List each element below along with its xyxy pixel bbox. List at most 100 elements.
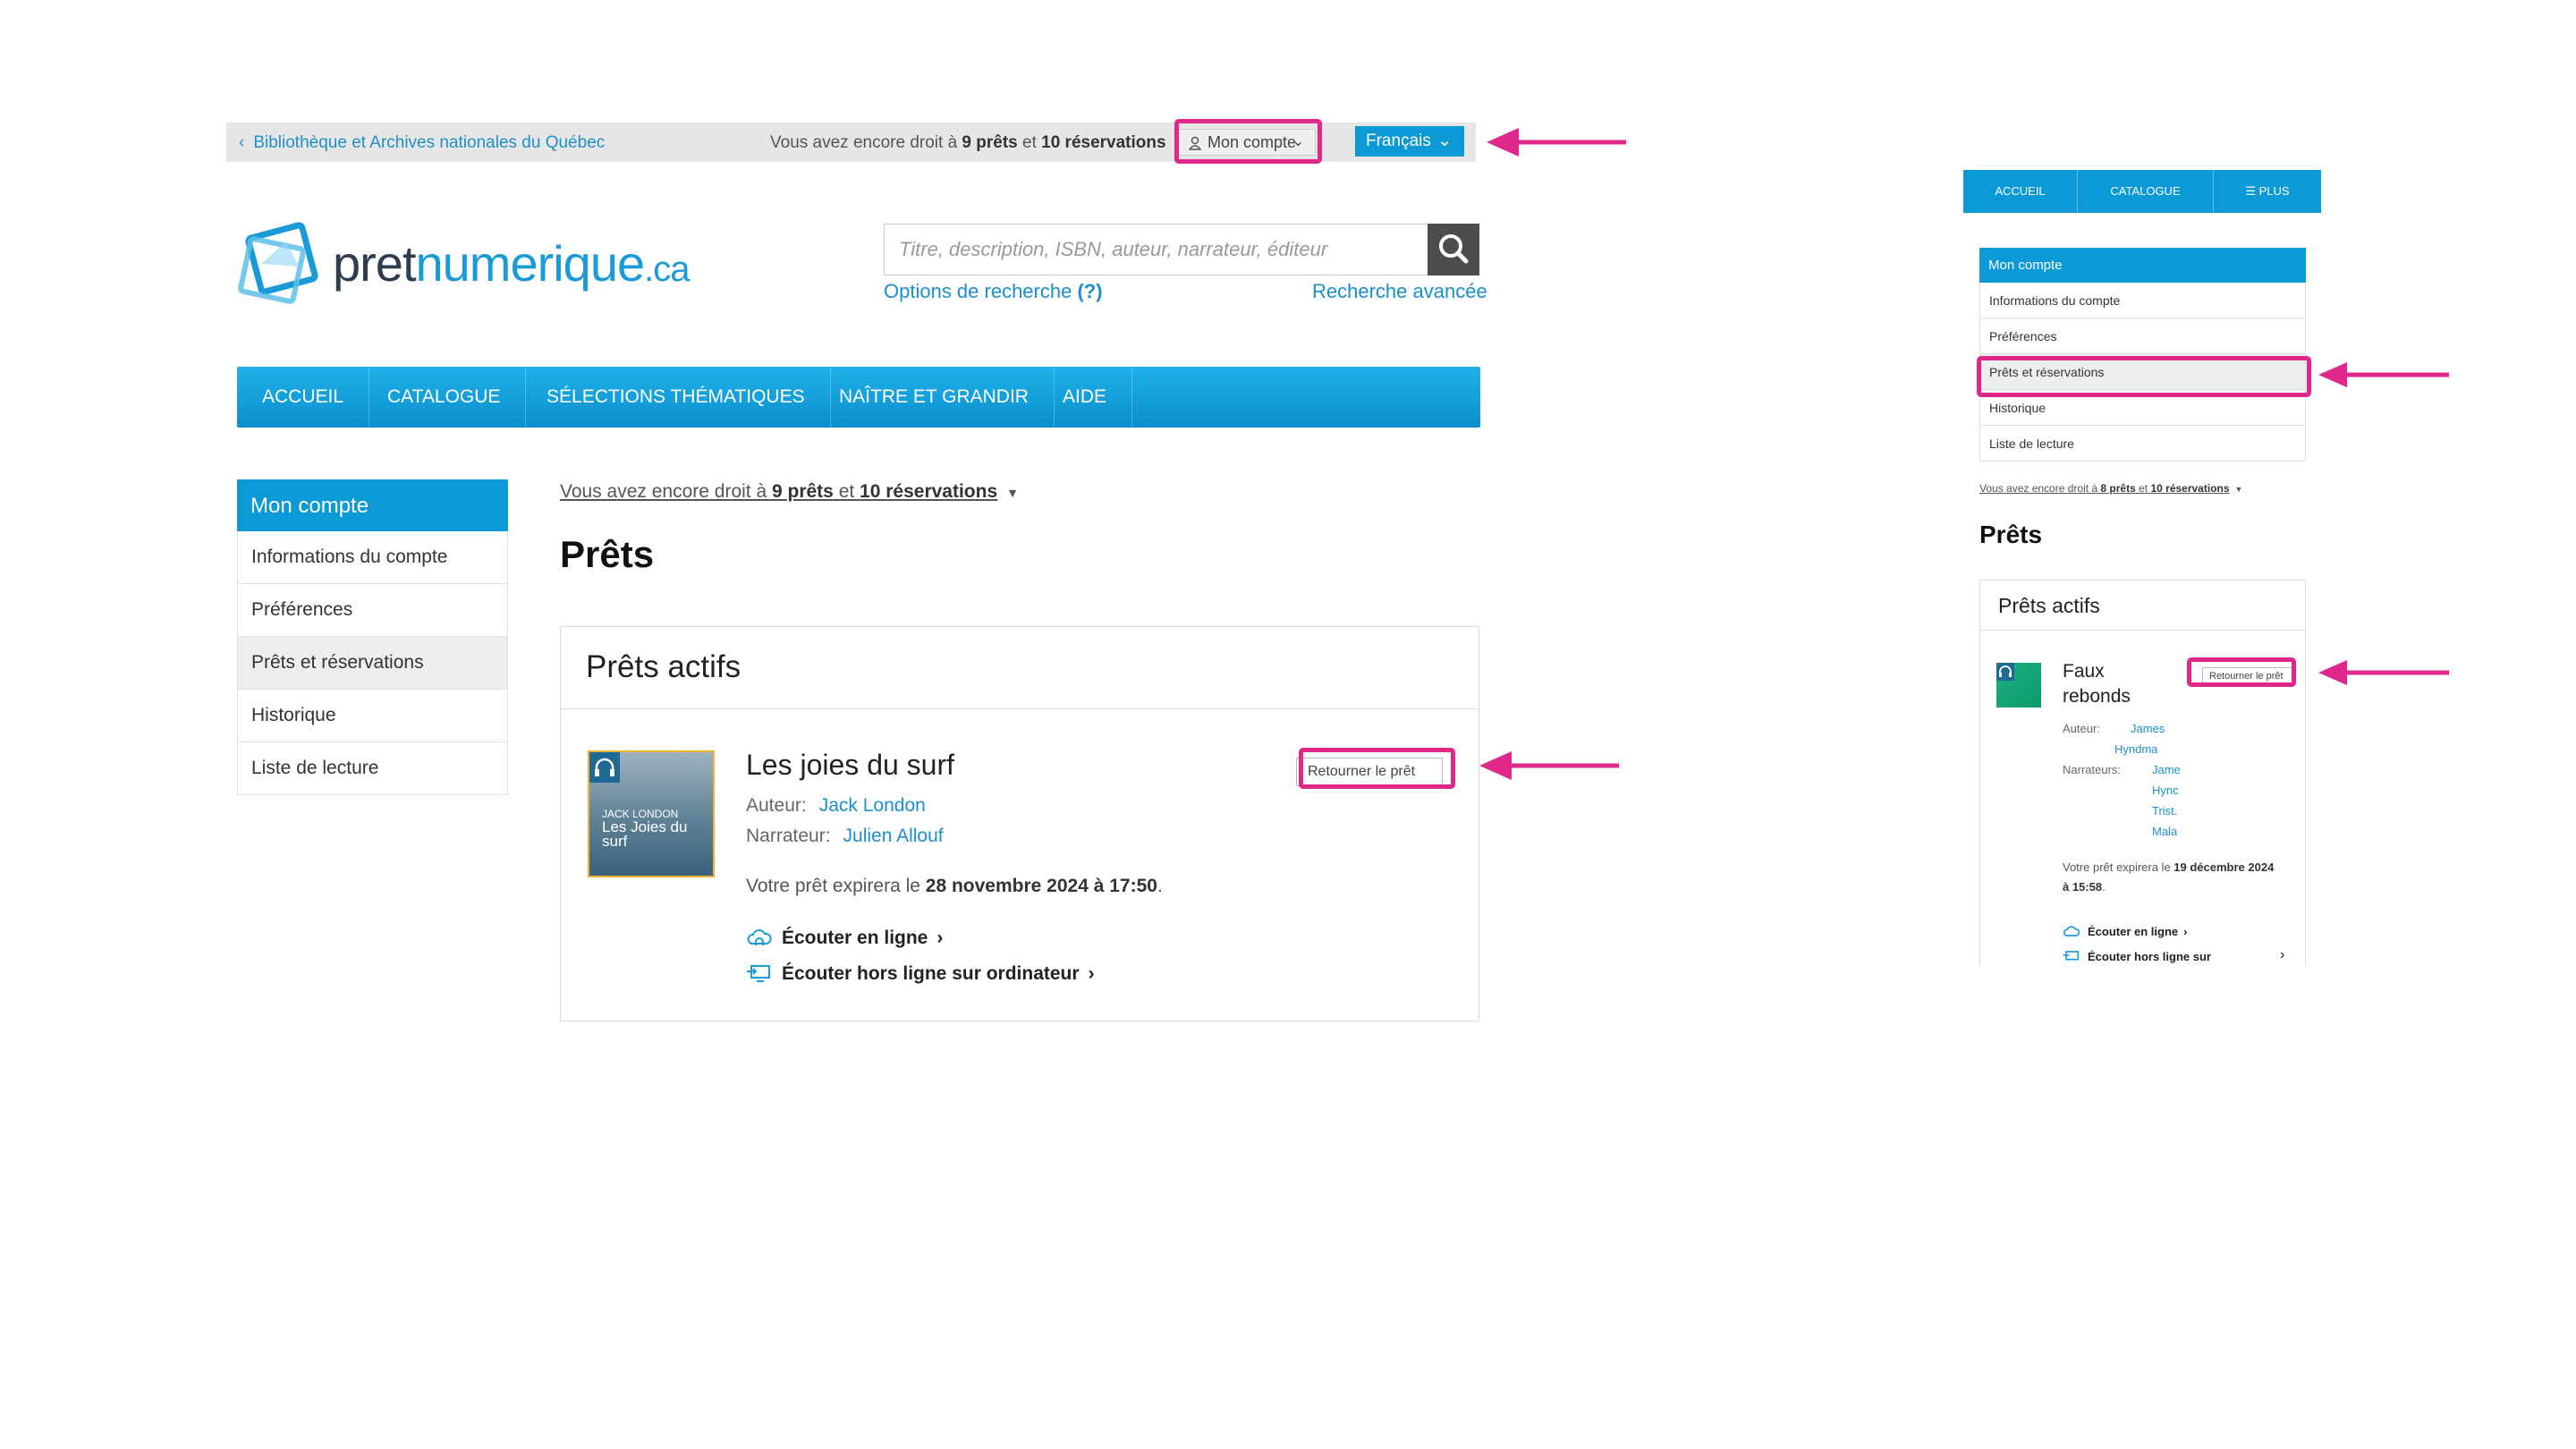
chevron-right-icon: › [2183,925,2188,938]
quota-prefix: Vous avez encore droit à [560,481,772,502]
chevron-right-icon: › [2280,947,2285,962]
caret-down-icon: ▼ [1006,486,1020,500]
computer-download-icon [2063,951,2080,961]
panel-title: Prêts actifs [561,627,1479,709]
mobile-quota-dropdown[interactable]: Vous avez encore droit à 8 prêts et 10 r… [1979,482,2242,495]
language-button[interactable]: Français ⌄ [1355,126,1464,157]
annotation-arrow [1487,128,1626,157]
mobile-narrator-link[interactable]: Mala [2152,825,2177,838]
sidebar-item-loans-reservations[interactable]: Prêts et réservations [237,637,508,690]
listen-offline-label: Écouter hors ligne sur ordinateur [782,963,1080,984]
mobile-author-link-line2[interactable]: Hyndma [2114,742,2157,756]
mobile-sidebar-item-reading-list[interactable]: Liste de lecture [1979,426,2306,462]
mobile-account-sidebar: Mon compte Informations du compte Préfér… [1979,248,2306,462]
mobile-active-loans-panel: Prêts actifs Faux rebonds Retourner le p… [1979,580,2306,966]
chevron-right-icon: › [936,928,944,948]
brand-part1: pret [333,235,416,292]
mobile-narrator-link[interactable]: Hync [2152,784,2179,797]
mobile-panel-title: Prêts actifs [1980,580,2305,631]
mobile-book-title[interactable]: Faux rebonds [2063,659,2152,709]
book-title[interactable]: Les joies du surf [746,749,954,782]
quota-reservations: 10 réservations [1041,133,1166,152]
mobile-narrator-link[interactable]: Jame [2152,763,2181,776]
computer-download-icon [747,965,770,982]
brand-wordmark[interactable]: pretnumerique.ca [333,234,690,292]
listen-online-link[interactable]: Écouter en ligne › [746,928,943,949]
search-options-link[interactable]: Options de recherche (?) [884,280,1103,303]
search-input[interactable]: Titre, description, ISBN, auteur, narrat… [884,224,1429,275]
expire-suffix: . [2102,880,2106,894]
sidebar-header: Mon compte [237,479,508,531]
quota-text: Vous avez encore droit à 9 prêts et 10 r… [770,133,1166,153]
quota-mid: et [1017,133,1042,152]
mobile-nav-catalogue[interactable]: CATALOGUE [2078,170,2214,213]
mobile-loan-expiry-text: Votre prêt expirera le 19 décembre 2024 … [2063,858,2277,897]
search-placeholder: Titre, description, ISBN, auteur, narrat… [899,238,1328,260]
quota-mid: et [2135,482,2151,495]
mobile-book-cover[interactable] [1996,663,2041,708]
nav-aide[interactable]: Aide [1038,367,1133,428]
highlight-mobile-loans-item [1977,356,2311,397]
mobile-author-link-line1[interactable]: James [2131,722,2165,735]
annotation-arrow [2318,660,2449,685]
mobile-nav-plus[interactable]: ☰ PLUS [2214,170,2321,213]
highlight-account-button [1174,119,1322,164]
expire-prefix: Votre prêt expirera le [2063,860,2174,874]
quota-dropdown[interactable]: Vous avez encore droit à 9 prêts et 10 r… [560,481,1019,503]
mobile-nav: ACCUEIL CATALOGUE ☰ PLUS [1963,170,2321,213]
annotation-arrow [2318,362,2449,387]
language-label: Français [1366,131,1431,150]
search-options-help: (?) [1077,280,1103,302]
cloud-headphones-icon [2063,926,2080,936]
listen-offline-link[interactable]: Écouter hors ligne sur ordinateur › [746,963,1095,985]
chevron-right-icon: › [1088,963,1095,984]
listen-online-label: Écouter en ligne [782,928,928,948]
quota-loans: 9 prêts [771,481,834,502]
search-icon [1439,234,1469,264]
listen-online-label: Écouter en ligne [2088,925,2179,938]
author-link[interactable]: Jack London [819,795,926,816]
active-loans-panel: Prêts actifs JACK LONDON Les Joies du su… [560,626,1479,1021]
back-link-label: Bibliothèque et Archives nationales du Q… [253,133,606,152]
nav-accueil[interactable]: Accueil [237,367,370,428]
back-to-library-link[interactable]: ‹ Bibliothèque et Archives nationales du … [239,133,605,153]
author-row: Auteur: Jack London [746,795,926,817]
sidebar-item-account-info[interactable]: Informations du compte [237,531,508,584]
caret-down-icon: ▼ [2234,485,2243,494]
narrator-row: Narrateur: Julien Allouf [746,826,944,847]
search-button[interactable] [1428,224,1479,275]
nav-selections-thematiques[interactable]: Sélections thématiques [521,367,831,428]
book-cover[interactable]: JACK LONDON Les Joies du surf [588,750,715,877]
headphones-icon [1996,663,2014,681]
quota-reservations: 10 réservations [860,481,998,502]
expire-date: 28 novembre 2024 à 17:50 [925,876,1157,896]
mobile-listen-offline-link[interactable]: Écouter hors ligne surordinateur [2063,947,2211,966]
sidebar-item-preferences[interactable]: Préférences [237,584,508,637]
mobile-nav-accueil[interactable]: ACCUEIL [1963,170,2078,213]
brand-part2: numerique [415,235,646,292]
loan-expiry-text: Votre prêt expirera le 28 novembre 2024 … [746,876,1163,897]
listen-offline-label-line1: Écouter hors ligne sur [2088,950,2211,963]
expire-prefix: Votre prêt expirera le [746,876,926,896]
advanced-search-link[interactable]: Recherche avancée [1312,280,1487,303]
mobile-sidebar-item-account-info[interactable]: Informations du compte [1979,283,2306,318]
cloud-headphones-icon [747,929,772,945]
mobile-sidebar-item-preferences[interactable]: Préférences [1979,318,2306,354]
quota-prefix: Vous avez encore droit à [770,133,962,152]
nav-naitre-et-grandir[interactable]: Naître et grandir [814,367,1055,428]
mobile-author-label: Auteur: [2063,722,2100,735]
quota-loans: 8 prêts [2100,482,2136,495]
expire-suffix: . [1157,876,1163,896]
sidebar-item-history[interactable]: Historique [237,690,508,742]
mobile-listen-online-link[interactable]: Écouter en ligne › [2063,922,2187,942]
mobile-narrator-label: Narrateurs: [2063,763,2122,776]
quota-loans: 9 prêts [962,133,1018,152]
page-title: Prêts [560,533,655,575]
narrator-link[interactable]: Julien Allouf [843,826,944,846]
mobile-narrator-link[interactable]: Trist. [2152,804,2177,818]
sidebar-item-reading-list[interactable]: Liste de lecture [237,742,508,795]
cover-title: Les Joies du surf [602,818,688,850]
nav-catalogue[interactable]: Catalogue [362,367,527,428]
headphones-icon [589,752,620,783]
pretnumerique-logo-icon [238,222,318,304]
